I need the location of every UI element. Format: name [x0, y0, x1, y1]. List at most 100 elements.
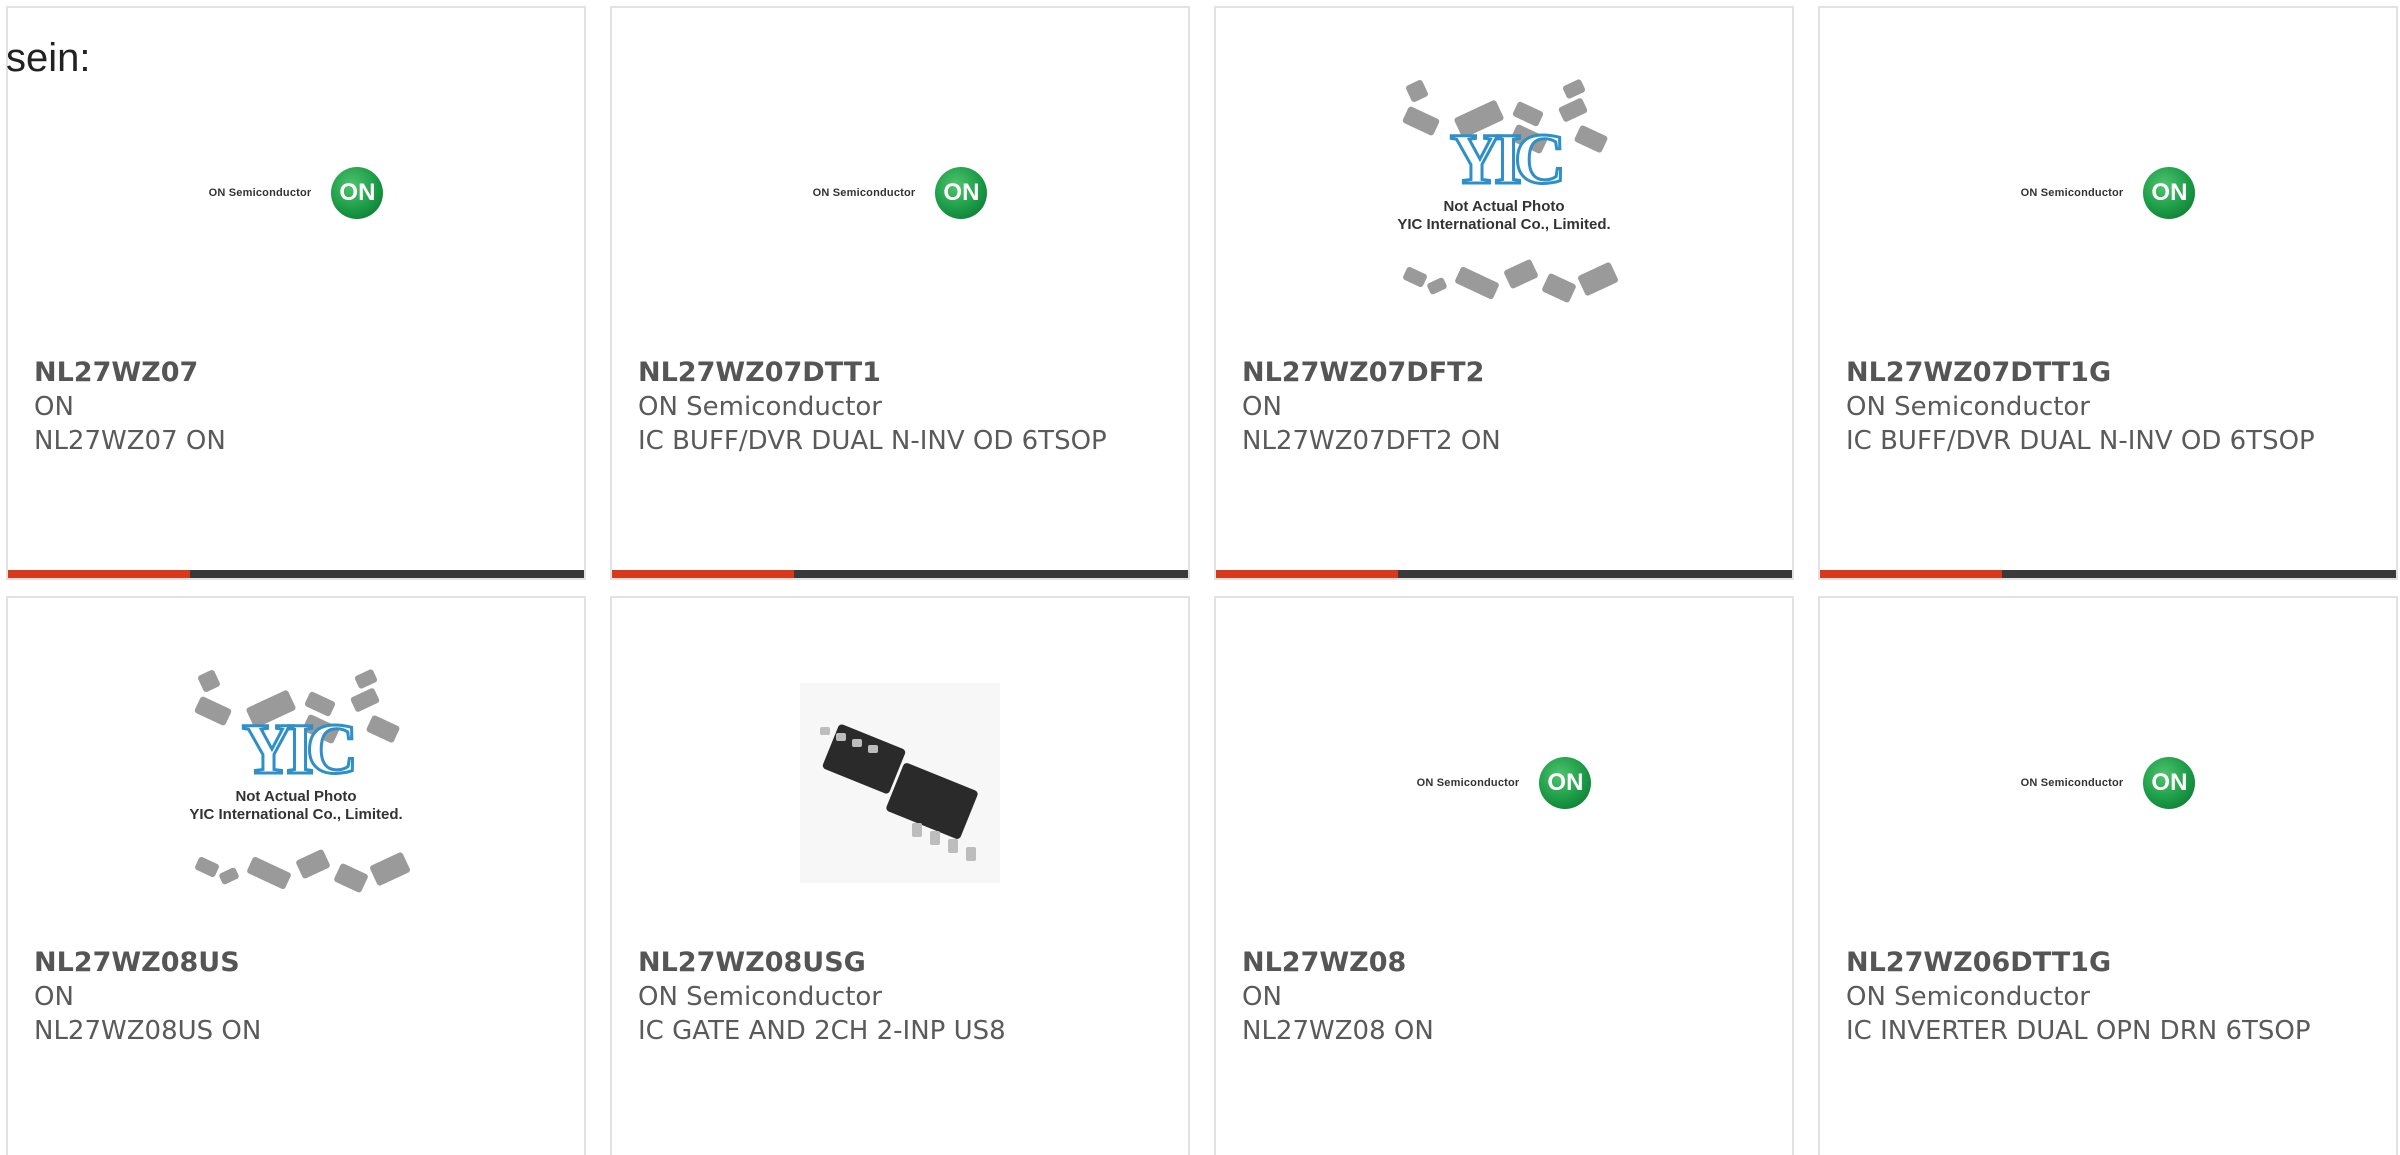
product-info: NL27WZ06DTT1G ON Semiconductor IC INVERTER… — [1846, 946, 2376, 1048]
product-card[interactable]: NL27WZ08USG ON Semiconductor IC GATE AND 2… — [610, 596, 1190, 1155]
ic-pin — [966, 847, 976, 861]
product-description: NL27WZ07DFT2 ON — [1242, 426, 1501, 456]
chip-shape — [1561, 78, 1587, 100]
on-badge-icon: ON — [2143, 757, 2196, 809]
product-part-number[interactable]: NL27WZ08USG — [638, 946, 1168, 980]
product-description: IC GATE AND 2CH 2-INP US8 — [638, 1016, 1006, 1046]
on-badge-icon: ON — [2143, 167, 2196, 219]
on-semiconductor-logo: ON Semiconductor ON — [209, 167, 384, 219]
on-badge-icon: ON — [331, 167, 384, 219]
product-part-number[interactable]: NL27WZ07 — [34, 356, 564, 390]
on-semiconductor-logo: ON Semiconductor ON — [2021, 757, 2196, 809]
product-image[interactable]: ON Semiconductor ON — [1216, 638, 1792, 928]
chip-shape — [1503, 258, 1539, 290]
product-card[interactable]: ON Semiconductor ON NL27WZ07DTT1G ON Semico… — [1818, 6, 2398, 580]
ic-pin — [912, 823, 922, 837]
chip-shape — [1577, 261, 1619, 297]
product-description: NL27WZ07 ON — [34, 426, 226, 456]
card-accent-bar — [8, 570, 190, 578]
ic-pin — [868, 745, 878, 753]
placeholder-caption-line-2: YIC International Co., Limited. — [1397, 216, 1611, 233]
ic-chip — [885, 761, 979, 841]
on-semiconductor-logo: ON Semiconductor ON — [2021, 167, 2196, 219]
product-image[interactable]: ON Semiconductor ON — [1820, 48, 2396, 338]
product-card[interactable]: ON Semiconductor ON NL27WZ06DTT1G ON Semico… — [1818, 596, 2398, 1155]
logo-wordmark: ON Semiconductor — [2020, 777, 2124, 789]
product-part-number[interactable]: NL27WZ07DFT2 — [1242, 356, 1772, 390]
logo-wordmark: ON Semiconductor — [1416, 777, 1520, 789]
ic-chip — [821, 723, 907, 795]
product-part-number[interactable]: NL27WZ08US — [34, 946, 564, 980]
on-semiconductor-logo: ON Semiconductor ON — [813, 167, 988, 219]
product-manufacturer: ON Semiconductor — [1846, 392, 2090, 422]
chip-shape — [193, 695, 233, 727]
chip-shape — [353, 668, 379, 690]
chip-shape — [1557, 97, 1589, 123]
product-image[interactable]: ON Semiconductor ON — [1820, 638, 2396, 928]
product-manufacturer: ON — [34, 982, 74, 1012]
product-card[interactable]: ON Semiconductor ON NL27WZ08 ON NL27WZ08 ON — [1214, 596, 1794, 1155]
product-description: NL27WZ08 ON — [1242, 1016, 1434, 1046]
chip-shape — [246, 855, 292, 891]
chip-shape — [333, 862, 369, 894]
product-description: IC BUFF/DVR DUAL N-INV OD 6TSOP — [638, 426, 1107, 456]
product-manufacturer: ON — [1242, 982, 1282, 1012]
chip-shape — [365, 714, 401, 744]
not-actual-photo-placeholder: YIC Not Actual Photo YIC International Co.… — [156, 658, 436, 908]
not-actual-photo-placeholder: YIC Not Actual Photo YIC International Co.… — [1364, 68, 1644, 318]
product-card[interactable]: YIC Not Actual Photo YIC International Co.… — [6, 596, 586, 1155]
yic-logo: YIC — [1448, 119, 1567, 199]
product-manufacturer: ON Semiconductor — [1846, 982, 2090, 1012]
chip-shape — [1541, 272, 1577, 304]
card-footer-bar — [8, 570, 584, 578]
card-footer-bar — [612, 570, 1188, 578]
card-footer-bar — [1820, 570, 2396, 578]
ic-package-photo — [800, 683, 1000, 883]
placeholder-caption: Not Actual Photo YIC International Co., L… — [156, 788, 436, 824]
product-info: NL27WZ07DTT1 ON Semiconductor IC BUFF/DVR … — [638, 356, 1168, 458]
product-card[interactable]: ON Semiconductor ON NL27WZ07 ON NL27WZ07 ON — [6, 6, 586, 580]
product-info: NL27WZ08 ON NL27WZ08 ON — [1242, 946, 1772, 1048]
ic-pin — [948, 839, 958, 853]
product-part-number[interactable]: NL27WZ07DTT1G — [1846, 356, 2376, 390]
card-footer-bar — [1216, 570, 1792, 578]
product-info: NL27WZ08US ON NL27WZ08US ON — [34, 946, 564, 1048]
on-badge-icon: ON — [935, 167, 988, 219]
product-description: IC INVERTER DUAL OPN DRN 6TSOP — [1846, 1016, 2311, 1046]
chip-shape — [1401, 105, 1441, 137]
product-info: NL27WZ07DTT1G ON Semiconductor IC BUFF/DVR… — [1846, 356, 2376, 458]
product-manufacturer: ON — [34, 392, 74, 422]
chip-shape — [349, 687, 381, 713]
placeholder-caption: Not Actual Photo YIC International Co., L… — [1364, 198, 1644, 234]
chip-shape — [1454, 265, 1500, 301]
product-info: NL27WZ08USG ON Semiconductor IC GATE AND 2… — [638, 946, 1168, 1048]
product-image[interactable]: YIC Not Actual Photo YIC International Co.… — [8, 638, 584, 928]
ic-pin — [852, 739, 862, 747]
product-card[interactable]: ON Semiconductor ON NL27WZ07DTT1 ON Semicon… — [610, 6, 1190, 580]
product-card[interactable]: YIC Not Actual Photo YIC International Co.… — [1214, 6, 1794, 580]
card-accent-bar — [1820, 570, 2002, 578]
product-manufacturer: ON Semiconductor — [638, 392, 882, 422]
chip-shape — [194, 856, 220, 878]
product-part-number[interactable]: NL27WZ08 — [1242, 946, 1772, 980]
card-accent-bar — [612, 570, 794, 578]
ic-pin — [836, 733, 846, 741]
chip-shape — [1405, 79, 1429, 103]
product-info: NL27WZ07DFT2 ON NL27WZ07DFT2 ON — [1242, 356, 1772, 458]
ic-pin — [820, 727, 830, 735]
chip-shape — [369, 851, 411, 887]
placeholder-caption-line-1: Not Actual Photo — [1443, 198, 1565, 215]
logo-wordmark: ON Semiconductor — [812, 187, 916, 199]
product-image[interactable]: ON Semiconductor ON — [8, 48, 584, 338]
placeholder-caption-line-2: YIC International Co., Limited. — [189, 806, 403, 823]
product-image[interactable]: YIC Not Actual Photo YIC International Co.… — [1216, 48, 1792, 338]
product-image[interactable]: ON Semiconductor ON — [612, 48, 1188, 338]
yic-logo: YIC — [240, 709, 359, 789]
product-part-number[interactable]: NL27WZ06DTT1G — [1846, 946, 2376, 980]
chip-shape — [1426, 276, 1448, 296]
product-part-number[interactable]: NL27WZ07DTT1 — [638, 356, 1168, 390]
chip-shape — [218, 866, 240, 886]
product-description: IC BUFF/DVR DUAL N-INV OD 6TSOP — [1846, 426, 2315, 456]
product-image[interactable] — [612, 638, 1188, 928]
placeholder-caption-line-1: Not Actual Photo — [235, 788, 357, 805]
